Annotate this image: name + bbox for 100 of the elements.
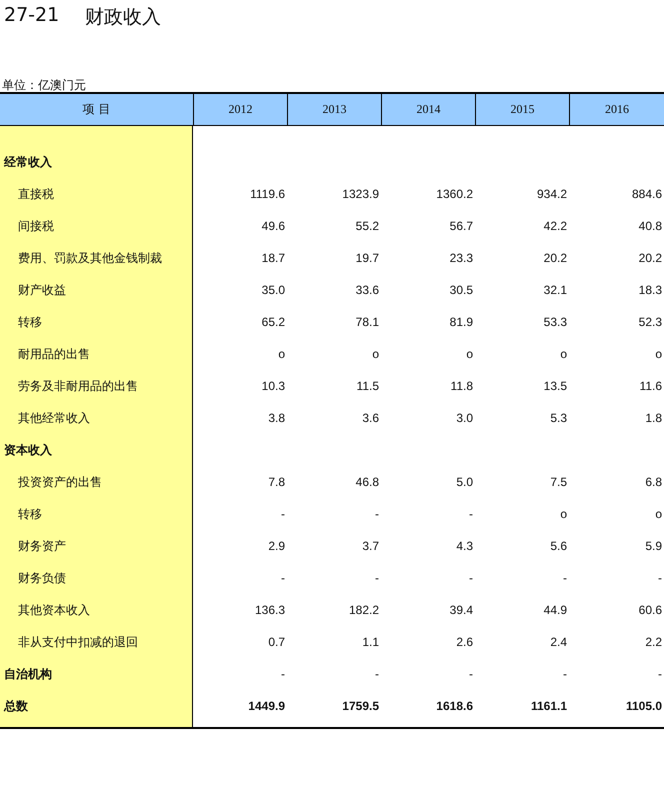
table-cell-text: o (371, 346, 380, 363)
table-cell-text: 44.9 (542, 602, 568, 619)
table-cell-text: 1.8 (644, 410, 663, 427)
table-cell-text: 1323.9 (341, 186, 380, 203)
table-cell-text: o (559, 346, 568, 363)
table-cell-text: 1449.9 (247, 698, 286, 715)
table-cell-text: 1161.1 (530, 698, 568, 715)
table-cell-text: 18.3 (638, 282, 663, 299)
row-label: 非从支付中扣减的退回 (0, 626, 193, 658)
row-label: 财务资产 (0, 530, 193, 562)
row-label: 其他经常收入 (0, 402, 193, 434)
table-cell-text: 33.6 (354, 282, 380, 299)
table-cell-text: - (280, 570, 286, 587)
table-cell-text: - (374, 666, 380, 683)
table-cell-text: 7.8 (267, 474, 286, 491)
table-cell-text: 40.8 (638, 218, 663, 235)
table-cell-text: 42.2 (542, 218, 568, 235)
table-cell-text: 182.2 (348, 602, 380, 619)
table-cell-text: 18.7 (260, 250, 286, 267)
table-cell-text: 7.5 (549, 474, 568, 491)
table-cell-text: 1119.6 (249, 186, 286, 203)
row-label: 财务负债 (0, 562, 193, 594)
table-cell-text: - (468, 570, 474, 587)
table-cell-text: - (562, 570, 568, 587)
unit-label: 单位：亿澳门元 (1, 78, 87, 92)
table-cell-text: - (657, 570, 663, 587)
table-cell-text: 0.7 (267, 634, 286, 651)
row-label: 劳务及非耐用品的出售 (0, 370, 193, 402)
table-cell-text: 20.2 (542, 250, 568, 267)
table-cell-text: 39.4 (448, 602, 474, 619)
table-cell-text: o (654, 346, 663, 363)
table-cell-text: 23.3 (448, 250, 474, 267)
table-cell-text: 32.1 (542, 282, 568, 299)
table-cell-text: 3.8 (267, 410, 286, 427)
table-cell-text: 20.2 (638, 250, 663, 267)
table-cell-text: o (654, 506, 663, 523)
table-cell-text: 81.9 (448, 314, 474, 331)
row-label: 转移 (0, 498, 193, 530)
table-cell-text: 6.8 (644, 474, 663, 491)
row-label: 费用、罚款及其他金钱制裁 (0, 242, 193, 274)
table-cell-text: 2.9 (267, 538, 286, 555)
column-header: 2012 (193, 94, 287, 126)
table-cell-text: 5.0 (455, 474, 474, 491)
table-number: 27-21 (4, 4, 60, 28)
table-cell-text: 19.7 (354, 250, 380, 267)
table-cell-text: 65.2 (260, 314, 286, 331)
table-cell-text: 3.7 (361, 538, 380, 555)
table-cell-text: - (562, 666, 568, 683)
table-cell-text: 1360.2 (435, 186, 474, 203)
table-cell-text: 3.6 (361, 410, 380, 427)
table-cell-text: o (277, 346, 286, 363)
table-cell-text: - (468, 666, 474, 683)
table-cell-text: - (374, 570, 380, 587)
column-header: 2013 (287, 94, 381, 126)
table-cell-text: 5.6 (549, 538, 568, 555)
table-cell-text: 52.3 (638, 314, 663, 331)
table-cell-text: 2.2 (644, 634, 663, 651)
table-cell-text: 11.6 (638, 378, 663, 395)
table-cell-text: - (657, 666, 663, 683)
row-label: 间接税 (0, 210, 193, 242)
row-label: 财产收益 (0, 274, 193, 306)
section-label: 经常收入 (0, 146, 193, 178)
table-cell-text: 10.3 (260, 378, 286, 395)
table-cell-text: o (559, 506, 568, 523)
row-label: 直接税 (0, 178, 193, 210)
row-label: 耐用品的出售 (0, 338, 193, 370)
table-cell-text: 3.0 (455, 410, 474, 427)
table-cell-text: 2.4 (549, 634, 568, 651)
table-cell-text: 13.5 (542, 378, 568, 395)
table-cell-text: 884.6 (630, 186, 663, 203)
table-cell-text: 136.3 (254, 602, 286, 619)
table-cell-text: 60.6 (638, 602, 663, 619)
table-cell-text: 1.1 (361, 634, 380, 651)
table-cell-text: 78.1 (354, 314, 380, 331)
table-cell-text: 1759.5 (341, 698, 380, 715)
table-cell-text: 5.9 (644, 538, 663, 555)
table-cell-text: 5.3 (549, 410, 568, 427)
table-cell-text: 56.7 (448, 218, 474, 235)
table-cell-text: 46.8 (354, 474, 380, 491)
column-header: 项 目 (0, 94, 193, 126)
table-cell-text: 53.3 (542, 314, 568, 331)
table-cell-text: 49.6 (260, 218, 286, 235)
table-cell-text: - (280, 506, 286, 523)
section-label: 总数 (0, 690, 193, 722)
table-cell-text: 35.0 (260, 282, 286, 299)
table-cell-text: - (374, 506, 380, 523)
column-header: 2015 (475, 94, 569, 126)
table-cell-text: 11.8 (450, 378, 474, 395)
table-cell-text: 4.3 (455, 538, 474, 555)
table-cell-text: 11.5 (356, 378, 380, 395)
table-cell-text: o (465, 346, 474, 363)
column-header: 2014 (381, 94, 475, 126)
section-label: 资本收入 (0, 434, 193, 466)
table-cell-text: 55.2 (354, 218, 380, 235)
table-cell-text: 2.6 (455, 634, 474, 651)
section-label: 自治机构 (0, 658, 193, 690)
table-cell-text: - (468, 506, 474, 523)
row-label: 其他资本收入 (0, 594, 193, 626)
table-cell-text: 1105.0 (624, 698, 663, 715)
table-cell-text: 934.2 (536, 186, 568, 203)
